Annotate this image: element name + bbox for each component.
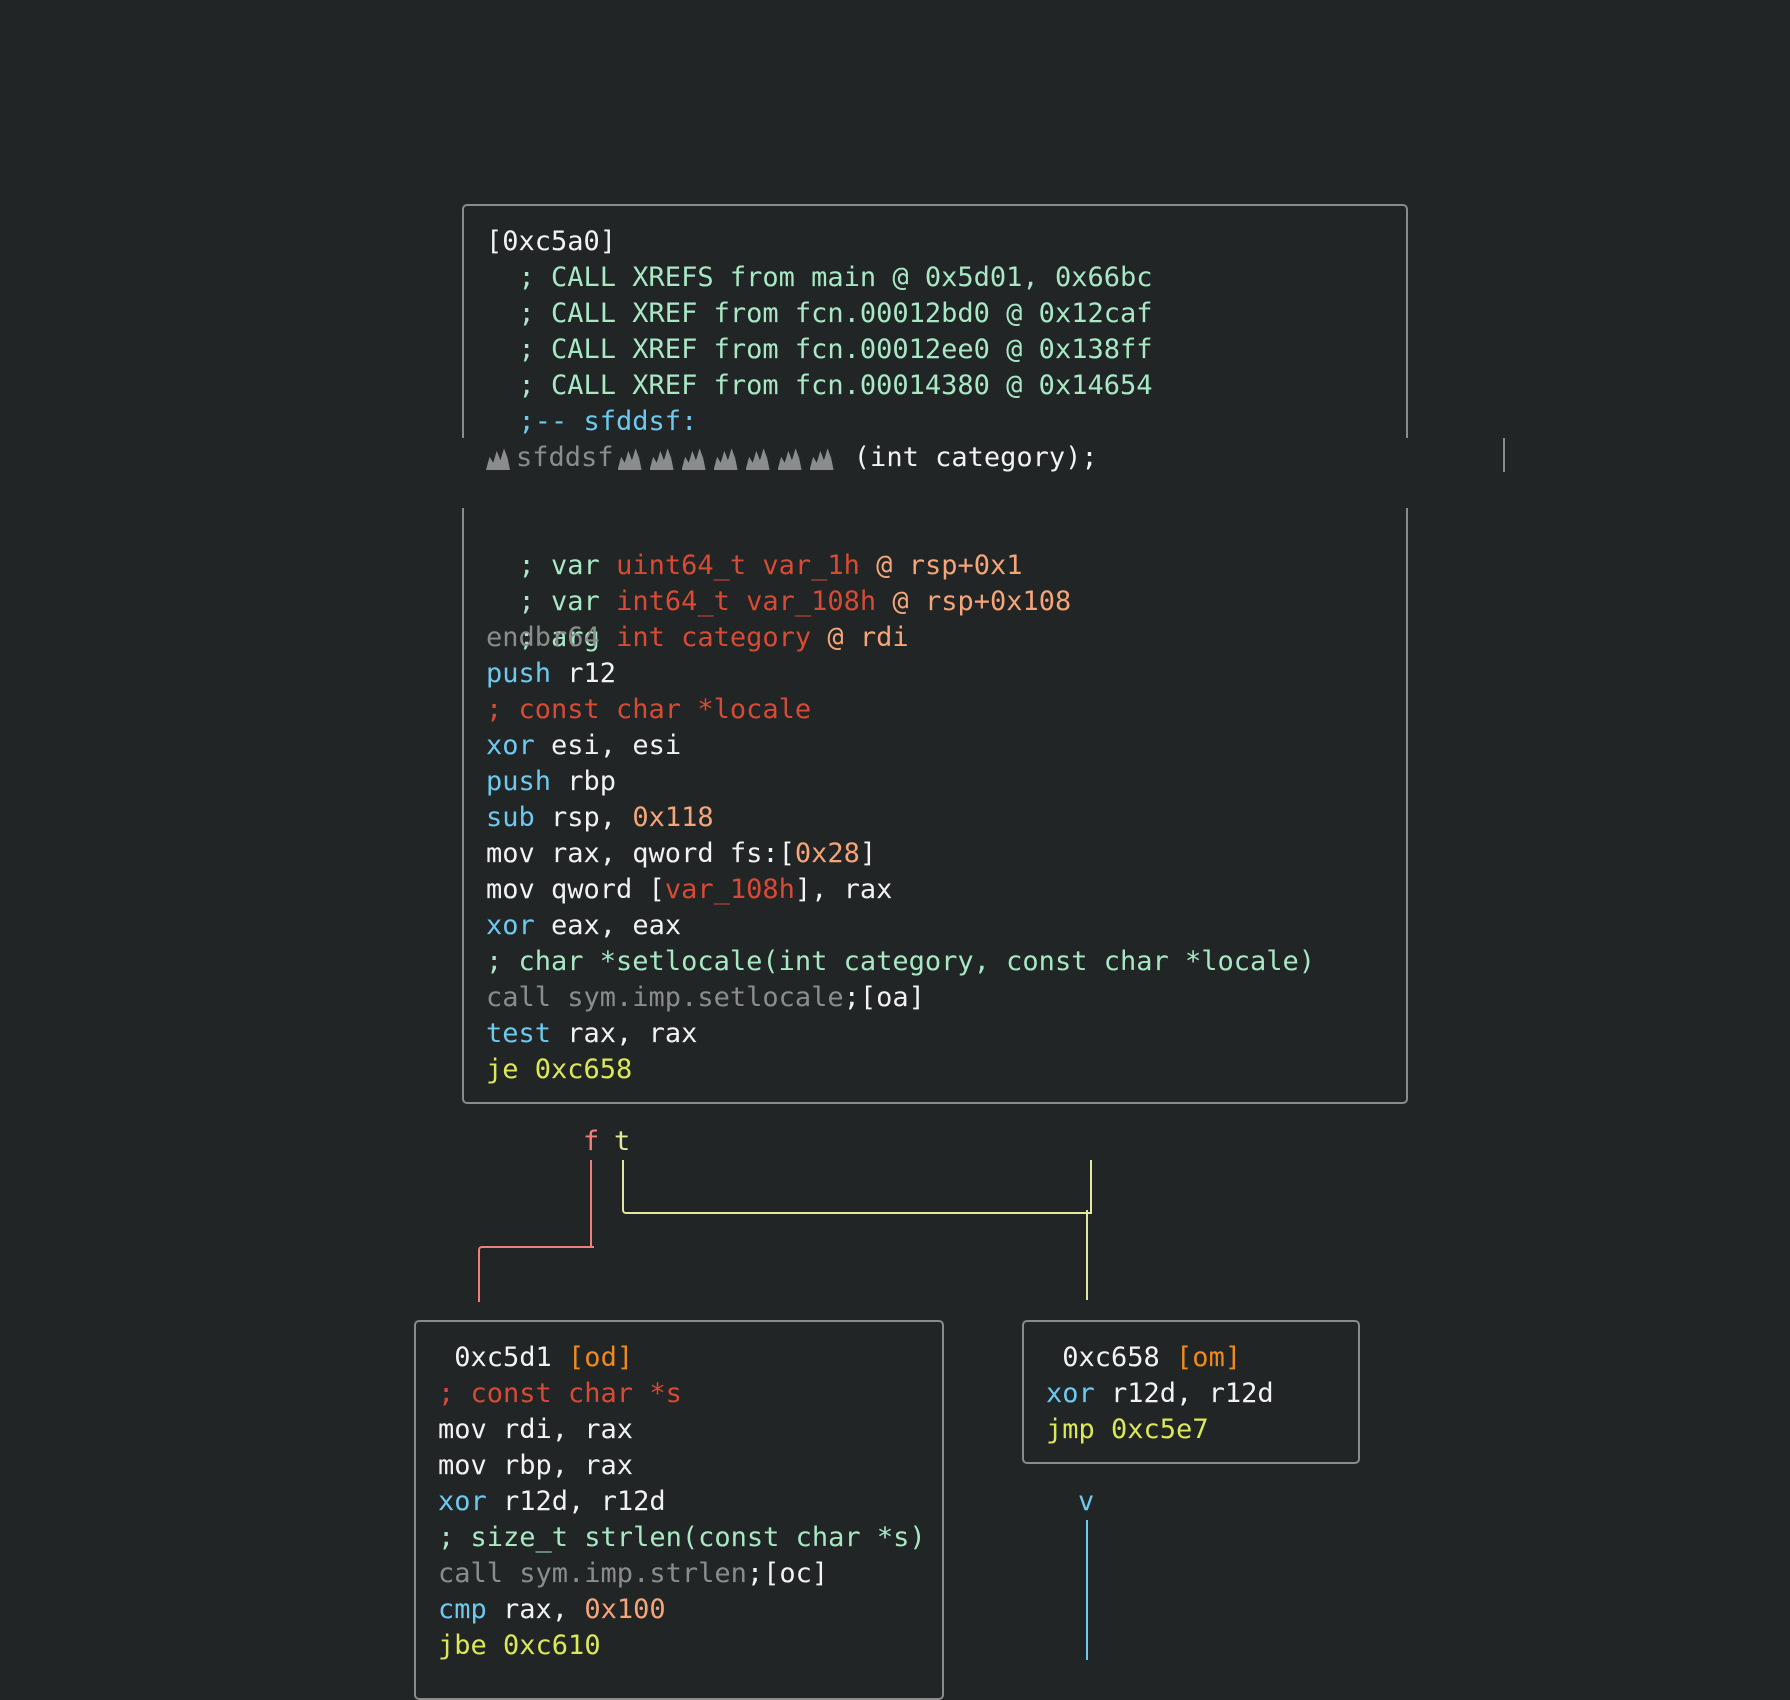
true-edge-line[interactable] <box>1086 1210 1088 1300</box>
arg-declaration[interactable]: ; arg int category @ rdi <box>486 584 909 653</box>
operands: rbp <box>551 766 617 797</box>
true-edge-label: t <box>614 1126 631 1157</box>
mnemonic: sub <box>486 802 535 833</box>
var-location: rsp+0x108 <box>924 586 1072 617</box>
mnemonic: xor <box>486 730 535 761</box>
function-label[interactable]: ;-- sfddsf: <box>486 404 698 440</box>
signature-params: (int category); <box>837 442 1098 473</box>
mnemonic: test <box>486 1018 552 1049</box>
glitch-glyph-icon <box>649 448 674 470</box>
mnemonic: jmp <box>1046 1414 1095 1445</box>
string-comment[interactable]: ; const char *s <box>438 1376 682 1412</box>
false-edge-label: f <box>583 1126 600 1157</box>
call-shortcut-tag[interactable]: ;[oc] <box>747 1558 828 1589</box>
instruction-call[interactable]: call sym.imp.strlen;[oc] <box>438 1556 828 1592</box>
xref-comment[interactable]: ; CALL XREF from fcn.00014380 @ 0x14654 <box>486 368 1153 404</box>
node-header[interactable]: 0xc658 [om] <box>1046 1340 1241 1376</box>
xref-comment[interactable]: ; CALL XREF from fcn.00012ee0 @ 0x138ff <box>486 332 1153 368</box>
instruction-mov[interactable]: mov qword [var_108h], rax <box>486 872 892 908</box>
node-tag[interactable]: [od] <box>552 1342 633 1373</box>
instruction-je[interactable]: je 0xc658 <box>486 1052 632 1088</box>
operands-end: ] <box>859 838 877 869</box>
down-edge-label: v <box>1078 1486 1095 1517</box>
instruction-push[interactable]: push r12 <box>486 656 616 692</box>
instruction-test[interactable]: test rax, rax <box>486 1016 697 1052</box>
false-edge-line[interactable] <box>478 1246 594 1302</box>
immediate-value: 0x28 <box>794 838 860 869</box>
operands: rax, rax <box>551 1018 698 1049</box>
instruction-xor[interactable]: xor r12d, r12d <box>1046 1376 1274 1412</box>
operands: mov qword [ <box>486 874 665 905</box>
glitch-glyph-icon <box>809 448 834 470</box>
instruction-push[interactable]: push rbp <box>486 764 616 800</box>
false-edge-line[interactable] <box>590 1160 592 1248</box>
glitch-glyph-icon <box>777 448 802 470</box>
instruction-cmp[interactable]: cmp rax, 0x100 <box>438 1592 666 1628</box>
var-declaration[interactable]: ; var uint64_t var_1h @ rsp+0x1 <box>486 512 1023 581</box>
instruction-xor[interactable]: xor esi, esi <box>486 728 681 764</box>
operands: rsp, <box>534 802 633 833</box>
instruction-mov[interactable]: mov rax, qword fs:[0x28] <box>486 836 876 872</box>
glitch-glyph-icon <box>745 448 770 470</box>
signature-separator <box>1503 438 1505 472</box>
immediate-value: 0x100 <box>584 1594 666 1625</box>
call-target: call sym.imp.strlen <box>438 1558 747 1589</box>
operands: r12d, r12d <box>1094 1378 1274 1409</box>
down-edge-line[interactable] <box>1086 1520 1088 1660</box>
true-edge-line[interactable] <box>622 1160 1092 1214</box>
node-address: 0xc658 <box>1046 1342 1160 1373</box>
instruction-jmp[interactable]: jmp 0xc5e7 <box>1046 1412 1209 1448</box>
jump-target[interactable]: 0xc610 <box>487 1630 601 1661</box>
setlocale-comment[interactable]: ; char *setlocale(int category, const ch… <box>486 944 1315 980</box>
xref-comment[interactable]: ; CALL XREF from fcn.00012bd0 @ 0x12caf <box>486 296 1153 332</box>
call-shortcut-tag[interactable]: ;[oa] <box>844 982 925 1013</box>
instruction-endbr64[interactable]: endbr64 <box>486 620 600 656</box>
operands: esi, esi <box>534 730 682 761</box>
function-signature[interactable]: sfddsf (int category); <box>486 440 1098 476</box>
node-header[interactable]: 0xc5d1 [od] <box>438 1340 633 1376</box>
mnemonic: push <box>486 766 552 797</box>
instruction-mov[interactable]: mov rbp, rax <box>438 1448 633 1484</box>
arg-location: rdi <box>859 622 909 653</box>
glitch-glyph-icon <box>681 448 706 470</box>
operands: r12d, r12d <box>486 1486 666 1517</box>
xref-comment[interactable]: ; CALL XREFS from main @ 0x5d01, 0x66bc <box>486 260 1153 296</box>
jump-target[interactable]: 0xc5e7 <box>1095 1414 1209 1445</box>
signature-name: sfddsf <box>516 442 614 473</box>
instruction-jbe[interactable]: jbe 0xc610 <box>438 1628 601 1664</box>
glitch-glyph-icon <box>617 448 642 470</box>
jump-target[interactable]: 0xc658 <box>519 1054 633 1085</box>
glitch-glyph-icon <box>713 448 738 470</box>
variable-ref: var_108h <box>664 874 795 905</box>
var-declaration[interactable]: ; var int64_t var_108h @ rsp+0x108 <box>486 548 1072 617</box>
mnemonic: je <box>486 1054 519 1085</box>
locale-comment[interactable]: ; const char *locale <box>486 692 811 728</box>
mnemonic: jbe <box>438 1630 487 1661</box>
mnemonic: cmp <box>438 1594 487 1625</box>
node-address[interactable]: [0xc5a0] <box>486 224 616 260</box>
operands-end: ], rax <box>794 874 893 905</box>
node-tag[interactable]: [om] <box>1160 1342 1241 1373</box>
mnemonic: push <box>486 658 552 689</box>
instruction-call[interactable]: call sym.imp.setlocale;[oa] <box>486 980 925 1016</box>
instruction-xor[interactable]: xor r12d, r12d <box>438 1484 666 1520</box>
mnemonic: xor <box>1046 1378 1095 1409</box>
operands: eax, eax <box>534 910 682 941</box>
strlen-comment[interactable]: ; size_t strlen(const char *s) <box>438 1520 926 1556</box>
call-target: call sym.imp.setlocale <box>486 982 844 1013</box>
instruction-xor[interactable]: xor eax, eax <box>486 908 681 944</box>
operands: rax, <box>486 1594 585 1625</box>
node-address: 0xc5d1 <box>438 1342 552 1373</box>
mnemonic: xor <box>438 1486 487 1517</box>
instruction-mov[interactable]: mov rdi, rax <box>438 1412 633 1448</box>
mnemonic: xor <box>486 910 535 941</box>
operands: mov rax, qword fs:[ <box>486 838 795 869</box>
glitch-glyph-icon <box>486 448 510 470</box>
operands: r12 <box>551 658 617 689</box>
immediate-value: 0x118 <box>632 802 714 833</box>
instruction-sub[interactable]: sub rsp, 0x118 <box>486 800 714 836</box>
arg-at: @ <box>811 622 860 653</box>
arg-type: int category <box>616 622 812 653</box>
